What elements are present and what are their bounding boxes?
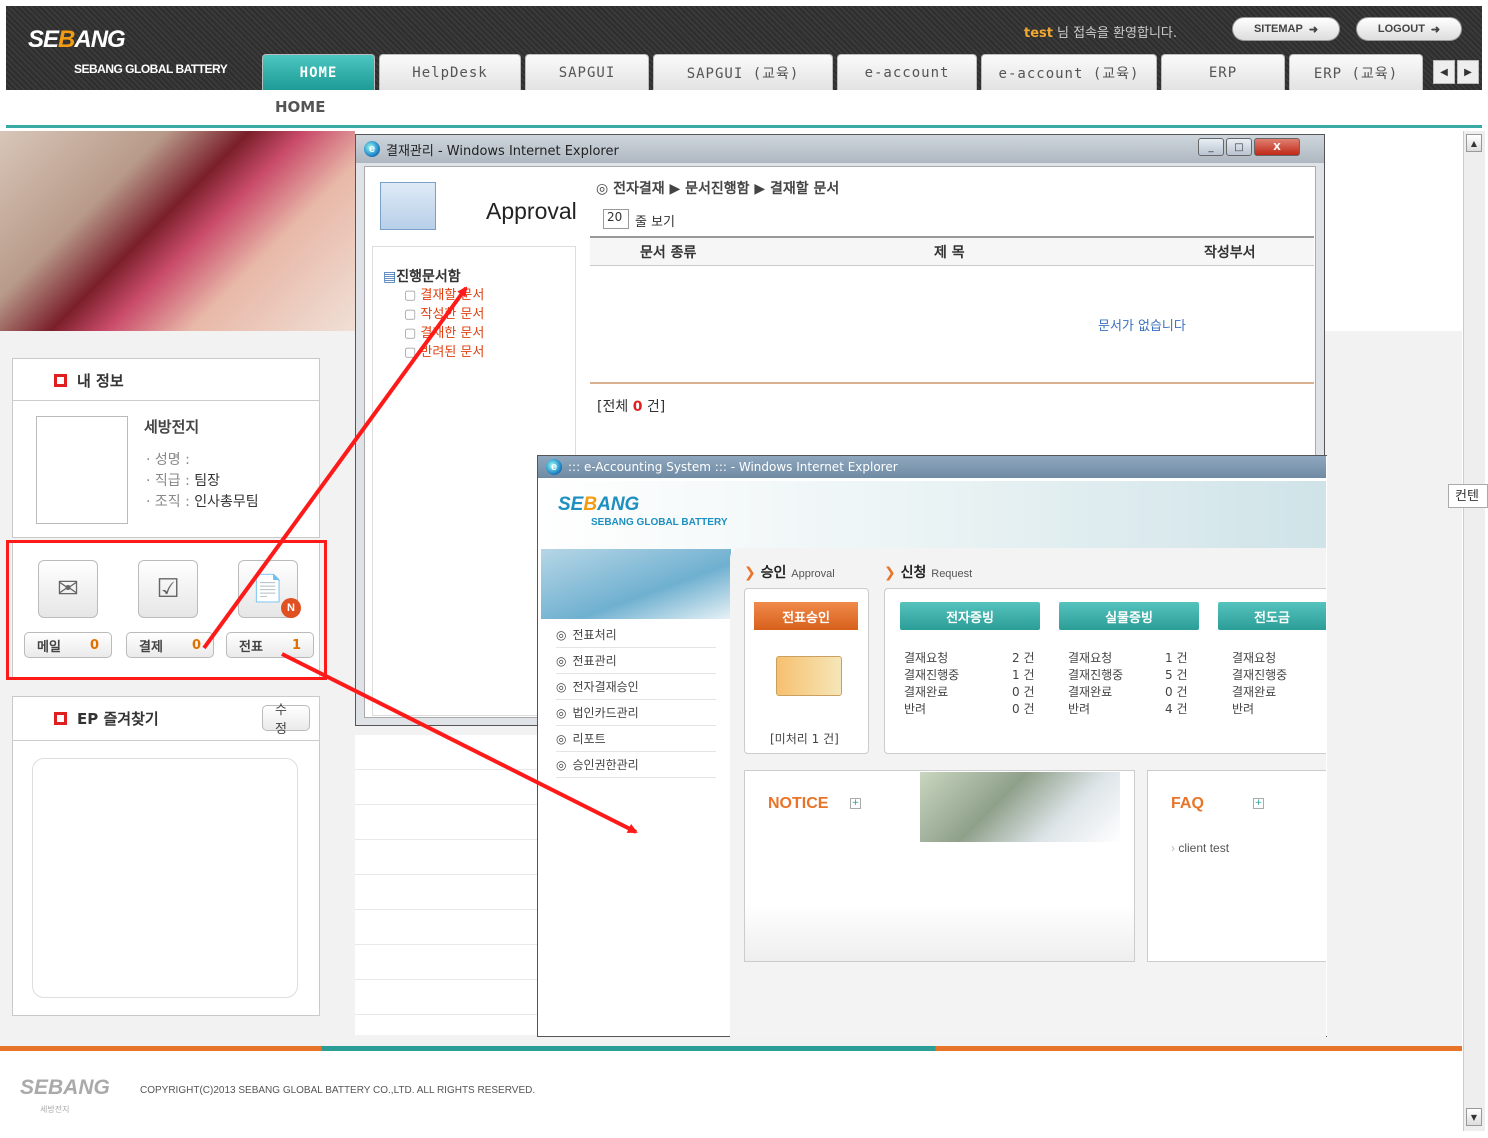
- arrow-to-approval-icon: [202, 286, 468, 650]
- annotation-arrows: [202, 286, 638, 834]
- arrow-to-eaccounting-icon: [281, 652, 638, 834]
